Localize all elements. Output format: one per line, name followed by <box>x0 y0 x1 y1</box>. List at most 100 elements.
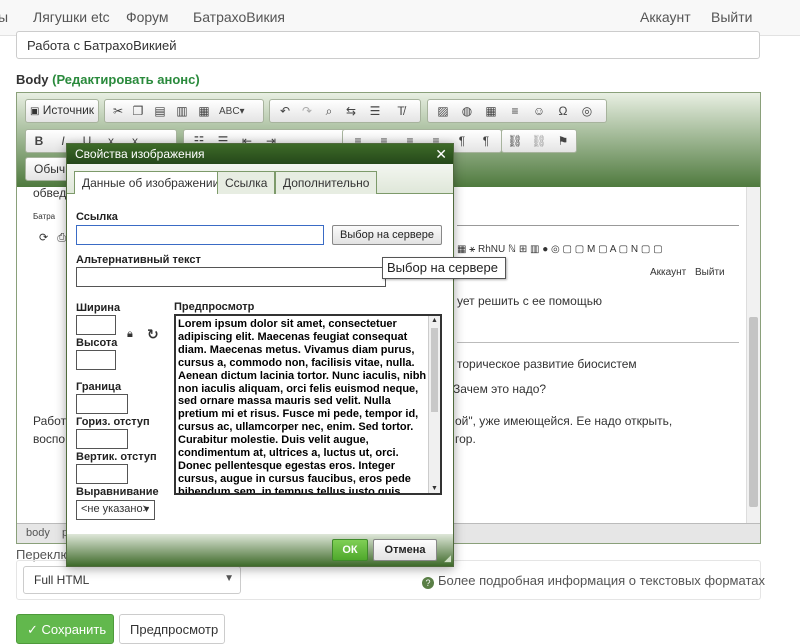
text-format-select[interactable]: Full HTML ▼ <box>23 566 241 594</box>
toolbar-group-links: ⛓ ⛓ ⚑ <box>501 129 577 153</box>
anchor-icon[interactable]: ⚑ <box>554 133 572 150</box>
bg-text-right: Зачем это надо? <box>453 382 547 396</box>
nav-item-wiki[interactable]: БатрахоВикия <box>193 9 285 25</box>
vspace-input[interactable] <box>76 464 128 484</box>
hr-icon[interactable]: ≡ <box>506 103 524 120</box>
replace-icon[interactable]: ⇆ <box>342 103 360 120</box>
special-char-icon[interactable]: Ω <box>554 103 572 120</box>
edit-summary-link[interactable]: (Редактировать анонс) <box>52 72 200 87</box>
tab-link[interactable]: Ссылка <box>217 171 276 194</box>
bg-text-right: гор. <box>455 432 476 446</box>
editor-scrollbar[interactable] <box>746 187 760 523</box>
cut-icon[interactable]: ✂ <box>109 103 127 120</box>
align-select-value: <не указано> <box>81 503 149 515</box>
source-button[interactable]: ▣ Источник <box>30 103 94 117</box>
body-label-text: Body <box>16 72 49 87</box>
link-icon[interactable]: ⛓ <box>506 133 524 150</box>
title-input[interactable]: Работа с БатрахоВикией <box>16 31 760 59</box>
ltr-icon[interactable]: ¶ <box>453 133 471 150</box>
preview-label: Предпросмотр <box>174 301 255 313</box>
iframe-icon[interactable]: ◎ <box>578 103 596 120</box>
dialog-tabs: Данные об изображении Ссылка Дополнитель… <box>67 164 453 195</box>
height-label: Высота <box>76 337 118 349</box>
bg-toolbar-snippet: ⟳ ⎙ <box>39 232 67 244</box>
toolbar-group-edit: ↶ ↷ ⌕ ⇆ ☰ T̸ <box>269 99 421 123</box>
tab-image-info[interactable]: Данные об изображении <box>74 171 228 195</box>
preview-scroll-thumb[interactable] <box>431 328 438 412</box>
unlink-icon[interactable]: ⛓ <box>530 133 548 150</box>
dialog-body: Ссылка Выбор на сервере Альтернативный т… <box>67 194 453 534</box>
border-input[interactable] <box>76 394 128 414</box>
nav-item-logout[interactable]: Выйти <box>711 9 752 25</box>
format-help-link[interactable]: ? Более подробная информация о текстовых … <box>422 573 765 589</box>
paste-icon[interactable]: ▤ <box>151 103 169 120</box>
bg-divider <box>457 225 739 226</box>
remove-format-icon[interactable]: T̸ <box>392 103 410 120</box>
preview-scrollbar[interactable]: ▲ ▼ <box>428 316 440 493</box>
arrow-up-icon[interactable]: ▲ <box>431 317 438 324</box>
close-icon[interactable]: ✕ <box>435 146 447 163</box>
vspace-label: Вертик. отступ <box>76 451 157 463</box>
preview-text: Lorem ipsum dolor sit amet, consectetuer… <box>178 318 427 495</box>
chevron-down-icon: ▼ <box>224 573 234 584</box>
spellcheck-icon[interactable]: ABC▾ <box>219 103 245 120</box>
body-field-label: Body (Редактировать анонс) <box>16 72 200 87</box>
source-label: Источник <box>42 103 95 117</box>
paste-text-icon[interactable]: ▥ <box>173 103 191 120</box>
browse-server-button[interactable]: Выбор на сервере <box>332 225 442 245</box>
flash-icon[interactable]: ◍ <box>458 103 476 120</box>
rtl-icon[interactable]: ¶ <box>477 133 495 150</box>
image-preview-box[interactable]: Lorem ipsum dolor sit amet, consectetuer… <box>174 314 442 495</box>
path-body[interactable]: body <box>26 527 50 539</box>
nav-item-frogs[interactable]: Лягушки etc <box>33 9 110 25</box>
undo-icon[interactable]: ↶ <box>276 103 294 120</box>
lock-icon[interactable]: 🔒︎ <box>127 328 139 340</box>
dialog-titlebar[interactable]: Свойства изображения ✕ <box>67 144 453 164</box>
editor-scroll-thumb[interactable] <box>749 317 758 507</box>
align-select[interactable]: <не указано> ▼ <box>76 500 155 520</box>
chevron-down-icon: ▼ <box>142 504 151 514</box>
ok-button[interactable]: ОК <box>332 539 368 561</box>
text-format-value: Full HTML <box>34 573 90 587</box>
table-icon[interactable]: ▦ <box>482 103 500 120</box>
align-label: Выравнивание <box>76 486 159 498</box>
tooltip: Выбор на сервере <box>382 257 506 279</box>
reset-size-icon[interactable]: ↻ <box>147 326 159 342</box>
tab-advanced[interactable]: Дополнительно <box>275 171 378 194</box>
width-input[interactable] <box>76 315 116 335</box>
url-label: Ссылка <box>76 211 118 223</box>
save-button[interactable]: ✓ Сохранить <box>16 614 114 644</box>
preview-button[interactable]: Предпросмотр <box>119 614 225 644</box>
format-help-text: Более подробная информация о текстовых ф… <box>438 573 765 588</box>
bg-divider <box>457 342 739 343</box>
question-icon: ? <box>422 577 434 589</box>
copy-icon[interactable]: ❐ <box>129 103 147 120</box>
arrow-down-icon[interactable]: ▼ <box>431 485 438 492</box>
bg-toolbar-icons: ▦ ⚹ RhNU ℕ ⊞ ▥ ● ◎ ▢ ▢ M ▢ A ▢ N ▢ ▢ <box>457 244 663 255</box>
border-label: Граница <box>76 381 122 393</box>
image-icon[interactable]: ▨ <box>434 103 452 120</box>
resize-grip-icon[interactable]: ◢ <box>444 553 451 564</box>
image-properties-dialog: Свойства изображения ✕ Данные об изображ… <box>66 143 454 567</box>
select-all-icon[interactable]: ☰ <box>366 103 384 120</box>
redo-icon[interactable]: ↷ <box>298 103 316 120</box>
format-dropdown-label: Обыч <box>34 162 66 176</box>
find-icon[interactable]: ⌕ <box>320 103 338 120</box>
cancel-button[interactable]: Отмена <box>373 539 437 561</box>
hspace-input[interactable] <box>76 429 128 449</box>
width-label: Ширина <box>76 302 121 314</box>
nav-item-partial[interactable]: ы <box>0 9 8 25</box>
toolbar-group-source: ▣ Источник <box>25 99 99 123</box>
bg-text-right: торическое развитие биосистем <box>457 357 637 371</box>
url-input[interactable] <box>76 225 324 245</box>
dialog-footer: ОК Отмена ◢ <box>67 534 453 566</box>
bold-icon[interactable]: B <box>30 133 48 150</box>
smiley-icon[interactable]: ☺ <box>530 103 548 120</box>
nav-item-account[interactable]: Аккаунт <box>640 9 691 25</box>
paste-word-icon[interactable]: ▦ <box>195 103 213 120</box>
height-input[interactable] <box>76 350 116 370</box>
nav-item-forum[interactable]: Форум <box>126 9 169 25</box>
alt-text-input[interactable] <box>76 267 386 287</box>
bg-text-line: воспо <box>33 432 66 446</box>
toolbar-group-clipboard: ✂ ❐ ▤ ▥ ▦ ABC▾ <box>104 99 264 123</box>
